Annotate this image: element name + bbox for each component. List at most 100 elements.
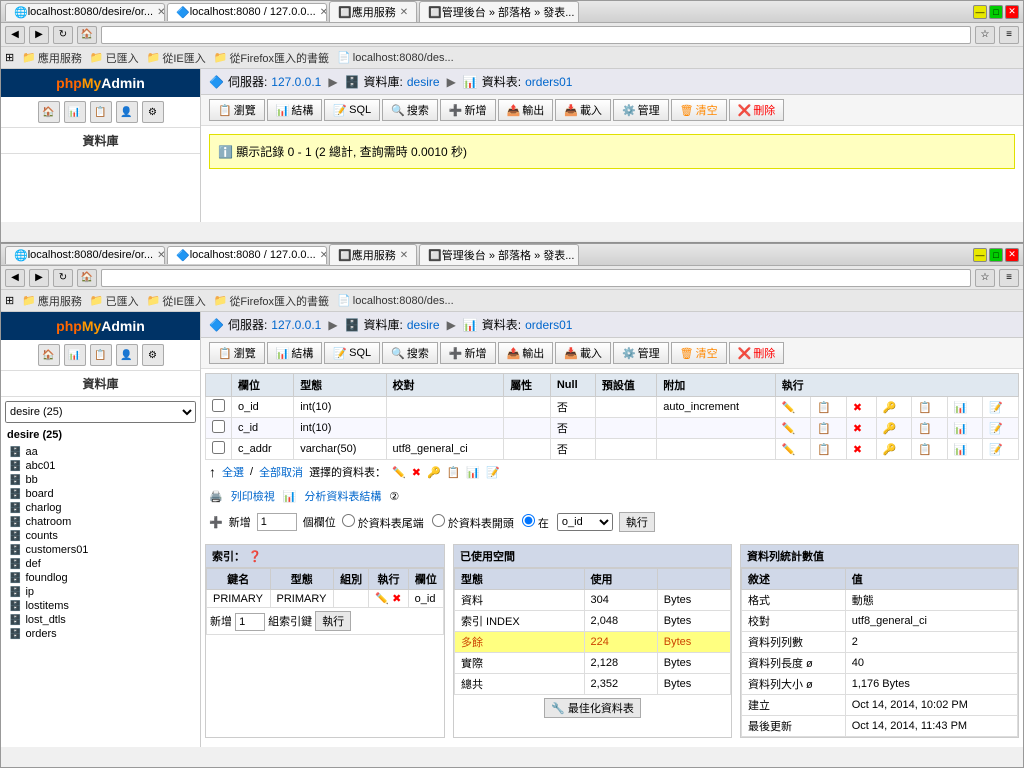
col-checkbox-2[interactable]: [212, 441, 225, 454]
structure-btn-2[interactable]: 📊 結構: [267, 342, 323, 364]
browse-btn-2[interactable]: 📋 瀏覽: [209, 342, 265, 364]
manage-btn-1[interactable]: ⚙️ 管理: [613, 99, 669, 121]
col-fulltext-2[interactable]: 📝: [983, 439, 1019, 460]
action-icon-delete[interactable]: ✖: [412, 466, 421, 479]
home-icon-btn[interactable]: 🏠: [38, 101, 60, 123]
col-copy-0[interactable]: 📋: [811, 397, 847, 418]
add-after-select[interactable]: o_ido_idc_idc_addr: [557, 513, 613, 531]
action-icon-index[interactable]: 📊: [466, 466, 480, 479]
server-link-1[interactable]: 127.0.0.1: [271, 75, 321, 89]
table-link-1[interactable]: orders01: [525, 75, 572, 89]
tab-1-3-close[interactable]: ✕: [400, 7, 408, 18]
search-btn-2[interactable]: 🔍 搜索: [382, 342, 438, 364]
col-delete-0[interactable]: ✖: [846, 397, 876, 418]
db-list-item-counts[interactable]: 🗄️counts: [1, 529, 200, 543]
tab-1-4-close[interactable]: ✕: [578, 7, 579, 18]
db-list-item-def[interactable]: 🗄️def: [1, 557, 200, 571]
db-select-2[interactable]: desire (25): [5, 401, 196, 423]
menu-btn-1[interactable]: ≡: [999, 26, 1019, 44]
index-help-icon[interactable]: ❓: [248, 551, 262, 563]
table-icon-btn[interactable]: 📋: [90, 101, 112, 123]
win1-close[interactable]: ✕: [1005, 5, 1019, 19]
structure-btn-1[interactable]: 📊 結構: [267, 99, 323, 121]
add-after-radio[interactable]: [522, 514, 535, 527]
win2-maximize[interactable]: □: [989, 248, 1003, 262]
home-btn-2[interactable]: 🏠: [77, 269, 97, 287]
db-list-item-chatroom[interactable]: 🗄️chatroom: [1, 515, 200, 529]
tab-2-2[interactable]: 🔷 localhost:8080 / 127.0.0... ✕: [167, 246, 327, 264]
add-start-label[interactable]: 於資料表開頭: [432, 514, 514, 531]
tab-2-1-close[interactable]: ✕: [157, 250, 165, 261]
tab-1-2-close[interactable]: ✕: [320, 7, 327, 18]
insert-btn-1[interactable]: ➕ 新增: [440, 99, 496, 121]
import-btn-2[interactable]: 📥 載入: [555, 342, 611, 364]
bookmark-ie-1[interactable]: 📁 從IE匯入: [147, 50, 206, 66]
col-delete-2[interactable]: ✖: [846, 439, 876, 460]
export-btn-1[interactable]: 📤 輸出: [498, 99, 554, 121]
insert-btn-2[interactable]: ➕ 新增: [440, 342, 496, 364]
forward-btn-2[interactable]: ▶: [29, 269, 49, 287]
col-edit-0[interactable]: ✏️: [775, 397, 811, 418]
bookmark-apps-1[interactable]: 📁 應用服務: [22, 50, 82, 66]
db-list-item-aa[interactable]: 🗄️aa: [1, 445, 200, 459]
db-list-item-foundlog[interactable]: 🗄️foundlog: [1, 571, 200, 585]
action-icon-fulltext[interactable]: 📝: [486, 466, 500, 479]
col-edit-2[interactable]: ✏️: [775, 439, 811, 460]
drop-btn-2[interactable]: ❌ 刪除: [729, 342, 785, 364]
analyze-link[interactable]: 分析資料表結構: [304, 488, 381, 504]
add-after-label[interactable]: 在: [522, 514, 549, 531]
sql-btn-2[interactable]: 📝 SQL: [324, 342, 380, 364]
db-icon-btn[interactable]: 📊: [64, 101, 86, 123]
bookmark-local-1[interactable]: 📄 localhost:8080/des...: [337, 51, 454, 64]
settings-icon-btn[interactable]: ⚙: [142, 101, 164, 123]
col-fulltext-0[interactable]: 📝: [983, 397, 1019, 418]
home-icon-btn-2[interactable]: 🏠: [38, 344, 60, 366]
col-unique-2[interactable]: 📋: [912, 439, 948, 460]
bookmark-apps-2[interactable]: 📁 應用服務: [22, 293, 82, 309]
col-primary-1[interactable]: 🔑: [876, 418, 912, 439]
action-icon-primary[interactable]: 🔑: [427, 466, 441, 479]
db-list-item-ip[interactable]: 🗄️ip: [1, 585, 200, 599]
address-bar-2[interactable]: localhost:8080/phpmyadmin/: [101, 269, 971, 287]
db-list-item-orders[interactable]: 🗄️orders: [1, 627, 200, 641]
table-icon-btn-2[interactable]: 📋: [90, 344, 112, 366]
bookmark-imported-2[interactable]: 📁 已匯入: [90, 293, 139, 309]
add-columns-input[interactable]: [257, 513, 297, 531]
export-btn-2[interactable]: 📤 輸出: [498, 342, 554, 364]
col-primary-0[interactable]: 🔑: [876, 397, 912, 418]
action-icon-unique[interactable]: 📋: [447, 466, 461, 479]
win2-close[interactable]: ✕: [1005, 248, 1019, 262]
menu-btn-2[interactable]: ≡: [999, 269, 1019, 287]
action-icon-edit[interactable]: ✏️: [392, 466, 406, 479]
select-all-link[interactable]: 全選: [222, 464, 244, 480]
tab-1-4[interactable]: 🔲 管理後台 » 部落格 » 發表... ✕: [419, 1, 579, 22]
print-view-link[interactable]: 列印檢視: [231, 488, 275, 504]
col-primary-2[interactable]: 🔑: [876, 439, 912, 460]
server-link-2[interactable]: 127.0.0.1: [271, 318, 321, 332]
db-list-item-charlog[interactable]: 🗄️charlog: [1, 501, 200, 515]
db-link-1[interactable]: desire: [407, 75, 440, 89]
bookmark-ff-2[interactable]: 📁 從Firefox匯入的書籤: [214, 293, 329, 309]
tab-1-2[interactable]: 🔷 localhost:8080 / 127.0.0... ✕: [167, 3, 327, 21]
win1-minimize[interactable]: —: [973, 5, 987, 19]
idx-edit-icon[interactable]: ✏️: [375, 593, 389, 605]
bookmark-btn-2[interactable]: ☆: [975, 269, 995, 287]
tab-2-1[interactable]: 🌐 localhost:8080/desire/or... ✕: [5, 246, 165, 264]
reload-btn-2[interactable]: ↻: [53, 269, 73, 287]
idx-delete-icon[interactable]: ✖: [392, 593, 401, 605]
reload-btn-1[interactable]: ↻: [53, 26, 73, 44]
db-list-item-lost-dtls[interactable]: 🗄️lost_dtls: [1, 613, 200, 627]
win2-minimize[interactable]: —: [973, 248, 987, 262]
empty-btn-1[interactable]: 🗑 清空: [671, 99, 727, 121]
tab-2-2-close[interactable]: ✕: [320, 250, 327, 261]
db-list-item-abc01[interactable]: 🗄️abc01: [1, 459, 200, 473]
tab-2-4-close[interactable]: ✕: [578, 250, 579, 261]
col-index-2[interactable]: 📊: [947, 439, 983, 460]
db-link-2[interactable]: desire: [407, 318, 440, 332]
col-index-1[interactable]: 📊: [947, 418, 983, 439]
forward-btn-1[interactable]: ▶: [29, 26, 49, 44]
db-list-item-bb[interactable]: 🗄️bb: [1, 473, 200, 487]
priv-icon-btn-2[interactable]: 👤: [116, 344, 138, 366]
bookmark-imported-1[interactable]: 📁 已匯入: [90, 50, 139, 66]
add-start-radio[interactable]: [432, 514, 445, 527]
